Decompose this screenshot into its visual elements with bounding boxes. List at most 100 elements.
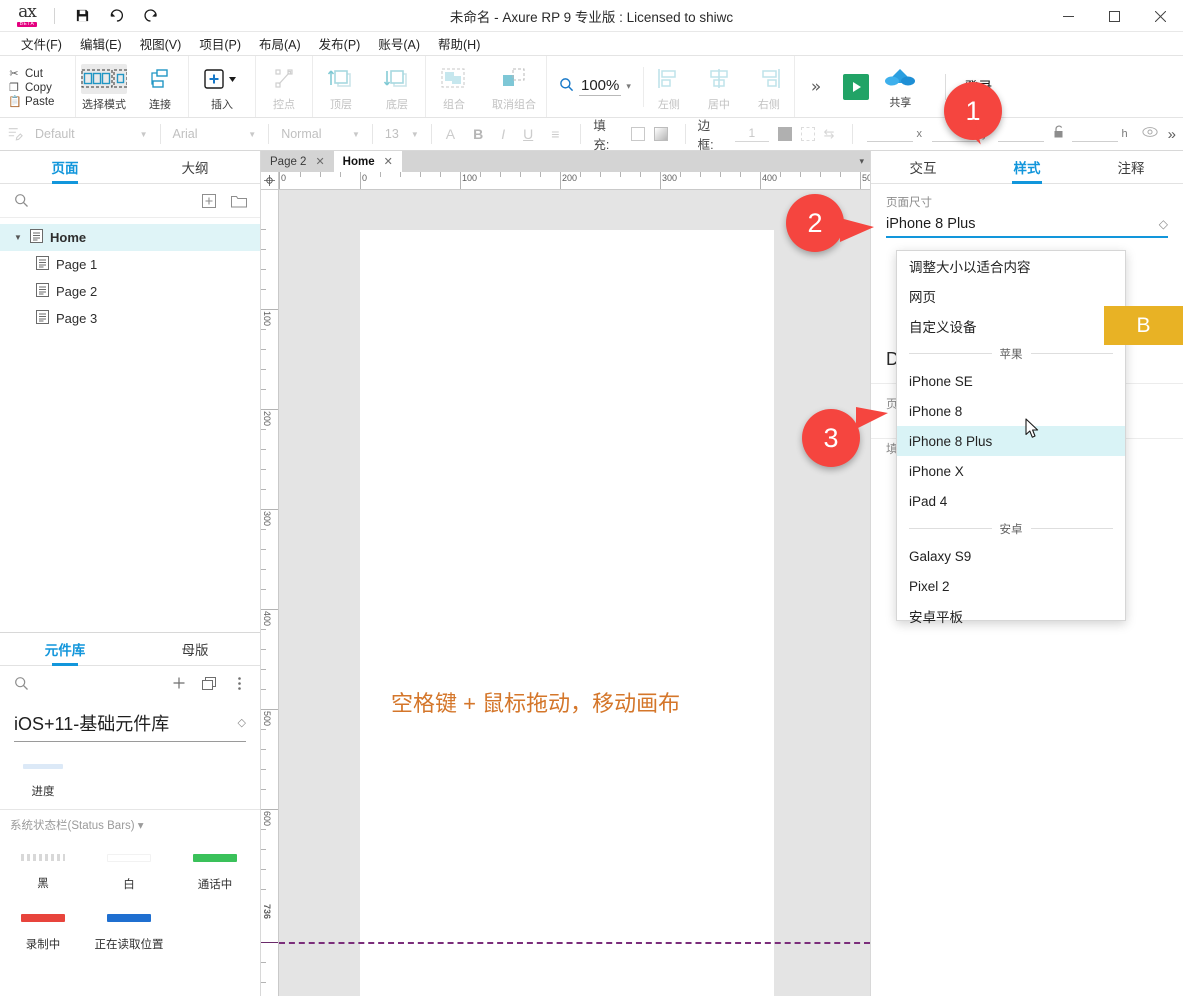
add-folder-icon[interactable] (228, 190, 250, 212)
spinner-icon[interactable]: ◇ (1159, 218, 1168, 231)
ruler-origin-handle[interactable] (261, 172, 279, 190)
send-to-back-tool[interactable]: 底层 (369, 56, 425, 117)
dropdown-option-fit-content[interactable]: 调整大小以适合内容 (897, 251, 1125, 281)
menu-account[interactable]: 账号(A) (369, 31, 429, 56)
dropdown-option-galaxy-s9[interactable]: Galaxy S9 (897, 541, 1125, 571)
menu-file[interactable]: 文件(F) (12, 31, 71, 56)
page-tree-item-page1[interactable]: Page 1 (0, 251, 260, 278)
library-item-status-bar-call[interactable]: 通话中 (172, 848, 258, 892)
cut-button[interactable]: ✂ Cut (8, 67, 75, 81)
lock-aspect-icon[interactable] (1053, 125, 1065, 144)
tab-style[interactable]: 样式 (975, 151, 1079, 183)
dropdown-option-iphone-8[interactable]: iPhone 8 (897, 396, 1125, 426)
page-canvas-sheet[interactable] (360, 230, 774, 996)
dropdown-option-pixel-2[interactable]: Pixel 2 (897, 571, 1125, 601)
maximize-button[interactable] (1091, 0, 1137, 32)
close-button[interactable] (1137, 0, 1183, 32)
w-input[interactable] (997, 127, 1044, 142)
dropdown-option-custom-device[interactable]: 自定义设备 (897, 311, 1125, 341)
canvas-tab-home[interactable]: Home ✕ (333, 151, 402, 172)
copy-button[interactable]: ❐ Copy (8, 81, 75, 95)
underline-button[interactable]: U (523, 126, 533, 142)
tab-interactions[interactable]: 交互 (871, 151, 975, 183)
search-icon[interactable] (10, 672, 32, 694)
fill-color-swatch[interactable] (630, 127, 645, 141)
bring-to-front-tool[interactable]: 顶层 (313, 56, 369, 117)
tab-outline[interactable]: 大纲 (130, 151, 260, 183)
menu-layout[interactable]: 布局(A) (250, 31, 310, 56)
toolbar-overflow-button[interactable]: » (795, 77, 837, 97)
text-color-button[interactable]: A (446, 126, 455, 142)
menu-edit[interactable]: 编辑(E) (71, 31, 131, 56)
tab-widget-library[interactable]: 元件库 (0, 633, 130, 665)
fill-gradient-swatch[interactable] (653, 127, 668, 141)
align-right-tool[interactable]: 右侧 (744, 56, 794, 117)
italic-button[interactable]: I (501, 126, 505, 142)
style-toolbar-overflow-button[interactable]: » (1168, 126, 1176, 143)
dropdown-option-web[interactable]: 网页 (897, 281, 1125, 311)
tab-masters[interactable]: 母版 (130, 633, 260, 665)
undo-button[interactable] (99, 3, 133, 29)
tab-pages[interactable]: 页面 (0, 151, 130, 183)
page-size-dropdown[interactable]: 调整大小以适合内容 网页 自定义设备 苹果 iPhone SE iPhone 8… (896, 250, 1126, 625)
tab-notes[interactable]: 注释 (1079, 151, 1183, 183)
menu-publish[interactable]: 发布(P) (310, 31, 370, 56)
page-tree-item-page3[interactable]: Page 3 (0, 305, 260, 332)
border-style-swatch[interactable] (800, 127, 815, 141)
menu-project[interactable]: 项目(P) (190, 31, 250, 56)
font-weight-select[interactable]: Normal ▼ (269, 122, 372, 146)
more-options-icon[interactable] (228, 672, 250, 694)
spinner-icon[interactable]: ◇ (238, 717, 246, 728)
selection-mode-tool[interactable]: 选择模式 (76, 56, 132, 117)
canvas-tabs-overflow[interactable]: ▾ (859, 151, 864, 172)
add-library-icon[interactable] (168, 672, 190, 694)
bold-button[interactable]: B (473, 126, 483, 142)
font-family-select[interactable]: Arial ▼ (161, 122, 269, 146)
zoom-control[interactable]: 100% ▾ (547, 66, 644, 107)
x-input[interactable] (866, 127, 913, 142)
add-page-icon[interactable] (198, 190, 220, 212)
menu-help[interactable]: 帮助(H) (429, 31, 489, 56)
save-button[interactable] (65, 3, 99, 29)
dropdown-option-android-tablet[interactable]: 安卓平板 (897, 601, 1125, 631)
group-tool[interactable]: 组合 (426, 56, 482, 117)
library-section-status-bars[interactable]: 系统状态栏(Status Bars) ▾ (0, 809, 260, 840)
horizontal-ruler[interactable]: 0 0 100 200 300 400 500 (261, 172, 870, 190)
page-size-select[interactable]: iPhone 8 Plus ◇ (886, 216, 1168, 238)
preview-button[interactable] (843, 73, 870, 100)
duplicate-icon[interactable] (198, 672, 220, 694)
menu-view[interactable]: 视图(V) (131, 31, 191, 56)
dropdown-option-ipad-4[interactable]: iPad 4 (897, 486, 1125, 516)
minimize-button[interactable] (1045, 0, 1091, 32)
close-icon[interactable]: ✕ (315, 155, 324, 168)
dropdown-option-iphone-se[interactable]: iPhone SE (897, 366, 1125, 396)
library-select[interactable]: iOS+11-基础元件库 ◇ (14, 710, 246, 742)
page-tree-item-page2[interactable]: Page 2 (0, 278, 260, 305)
search-icon[interactable] (10, 190, 32, 212)
vertical-ruler[interactable]: 100 200 300 400 500 600 736 (261, 190, 279, 996)
library-item-status-bar-dark[interactable]: 黑 (0, 848, 86, 892)
paste-button[interactable]: 📋 Paste (8, 95, 75, 109)
dropdown-option-iphone-8-plus[interactable]: iPhone 8 Plus (897, 426, 1125, 456)
dropdown-option-iphone-x[interactable]: iPhone X (897, 456, 1125, 486)
line-arrow-icon[interactable]: ⇆ (824, 126, 835, 142)
library-item-status-bar-location[interactable]: 正在读取位置 (86, 892, 172, 952)
close-icon[interactable]: ✕ (384, 155, 393, 168)
font-size-select[interactable]: 13 ▼ (373, 122, 431, 146)
visibility-eye-icon[interactable] (1142, 125, 1158, 143)
border-color-swatch[interactable] (777, 127, 792, 141)
page-tree-item-home[interactable]: ▼ Home (0, 224, 260, 251)
redo-button[interactable] (133, 3, 167, 29)
library-item-status-bar-light[interactable]: 白 (86, 848, 172, 892)
align-left-tool[interactable]: 左侧 (644, 56, 694, 117)
border-width-input[interactable]: 1 (734, 126, 769, 142)
canvas-viewport[interactable]: 空格键 + 鼠标拖动，移动画布 (279, 190, 870, 996)
library-item-status-bar-record[interactable]: 录制中 (0, 892, 86, 952)
widget-style-select[interactable]: Default ▼ (0, 122, 160, 146)
library-item-progress[interactable]: 进度 (0, 758, 86, 799)
ungroup-tool[interactable]: 取消组合 (482, 56, 546, 117)
connector-tool[interactable]: 连接 (132, 56, 188, 117)
h-input[interactable] (1071, 127, 1118, 142)
share-button[interactable]: 共享 (873, 64, 927, 110)
list-button[interactable]: ≡ (551, 126, 559, 142)
